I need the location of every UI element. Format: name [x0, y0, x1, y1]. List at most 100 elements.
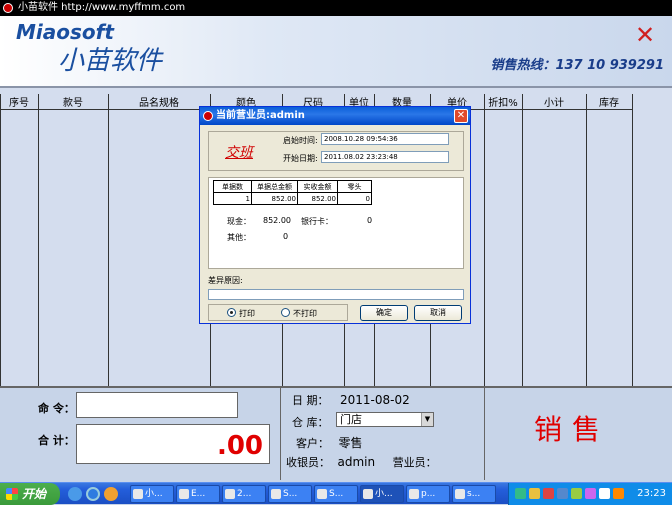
grid-header-cell[interactable]: 小计 [522, 94, 586, 109]
other-label: 其他： [227, 233, 251, 242]
grid-column-divider [0, 94, 1, 386]
dialog-app-icon [203, 111, 213, 121]
taskbar-item[interactable]: S... [314, 485, 358, 503]
cashier-row: 收银员： admin 营业员： [286, 454, 437, 470]
date-label: 日 期： [292, 394, 329, 407]
cashier-value: admin [337, 455, 376, 469]
tray-icon[interactable] [585, 488, 596, 499]
close-icon[interactable]: ✕ [454, 109, 468, 123]
start-button[interactable]: 开始 [0, 483, 60, 505]
desktop-icon[interactable] [68, 487, 82, 501]
taskbar-item[interactable]: S... [268, 485, 312, 503]
ie-icon[interactable] [86, 487, 100, 501]
cashier-label: 收银员： [286, 456, 330, 469]
tray-icon[interactable] [543, 488, 554, 499]
total-label: 合 计： [38, 434, 75, 447]
reason-input[interactable] [208, 289, 464, 300]
store-value: 门店 [340, 413, 362, 426]
other-value: 0 [283, 232, 289, 241]
date-value: 2011-08-02 [340, 393, 410, 407]
tray-icon[interactable] [613, 488, 624, 499]
cash-value: 852.00 [263, 216, 291, 225]
window-icon [317, 489, 327, 499]
start-date-label: 开始日期: [283, 154, 318, 163]
chevron-down-icon[interactable]: ▼ [421, 413, 433, 426]
taskbar-item[interactable]: 小... [360, 485, 404, 503]
window-icon [133, 489, 143, 499]
command-input[interactable] [76, 392, 238, 418]
tray-icon[interactable] [515, 488, 526, 499]
window-title: 小苗软件 http://www.myffmm.com [18, 2, 186, 13]
grid-header-cell[interactable]: 序号 [0, 94, 38, 109]
bottom-panel: 命 令： 合 计： .00 日 期： 2011-08-02 仓 库： 门店 ▼ … [0, 386, 672, 480]
dialog-titlebar: 当前营业员:admin ✕ [200, 107, 470, 125]
store-label: 仓 库： [292, 416, 329, 429]
table-cell: 852.00 [251, 192, 298, 205]
window-icon [225, 489, 235, 499]
clock[interactable]: 23:23 [637, 483, 666, 505]
tray-icon[interactable] [557, 488, 568, 499]
grid-column-divider [586, 94, 587, 386]
app-icon [3, 3, 13, 13]
store-row: 仓 库： [292, 414, 329, 430]
cash-label: 现金： [227, 217, 251, 226]
dialog-header-panel: 交班 启始时间: 2008.10.28 09:54:36 开始日期: 2011.… [208, 131, 464, 171]
window-icon [455, 489, 465, 499]
grid-column-divider [522, 94, 523, 386]
shift-title: 交班 [225, 145, 253, 161]
taskbar-item[interactable]: E... [176, 485, 220, 503]
tray-icon[interactable] [529, 488, 540, 499]
table-header-cell: 实收金额 [297, 180, 338, 193]
table-row: 1 852.00 852.00 0 [213, 192, 372, 205]
table-cell: 1 [213, 192, 252, 205]
window-titlebar: 小苗软件 http://www.myffmm.com [0, 0, 672, 16]
customer-label: 客户： [296, 437, 329, 450]
date-row: 日 期： 2011-08-02 [292, 392, 410, 408]
grid-column-divider [632, 94, 633, 386]
start-date-field[interactable]: 2011.08.02 23:23:48 [321, 151, 449, 163]
grid-header-cell[interactable]: 品名规格 [108, 94, 210, 109]
print-radio[interactable]: 打印 [227, 308, 255, 319]
windows-flag-icon [6, 488, 18, 500]
total-display: .00 [76, 424, 270, 464]
close-icon[interactable]: ✕ [634, 23, 656, 47]
ok-button[interactable]: 确定 [360, 305, 408, 321]
no-print-radio[interactable]: 不打印 [281, 308, 317, 319]
grid-column-divider [484, 94, 485, 386]
table-header-cell: 单据总金额 [251, 180, 298, 193]
radio-unselected-icon [281, 308, 290, 317]
system-tray: 23:23 [508, 483, 672, 505]
customer-row: 客户： 零售 [296, 434, 363, 451]
volume-icon[interactable] [599, 488, 610, 499]
sales-hotline: 销售热线：137 10 939291 [490, 58, 664, 73]
panel-divider [484, 388, 485, 480]
store-select[interactable]: 门店 ▼ [336, 412, 434, 427]
cancel-button[interactable]: 取消 [414, 305, 462, 321]
taskbar-item[interactable]: s... [452, 485, 496, 503]
table-cell: 0 [337, 192, 372, 205]
bank-card-label: 银行卡： [301, 217, 333, 226]
start-label: 开始 [22, 487, 47, 501]
taskbar-item[interactable]: 小... [130, 485, 174, 503]
grid-header-cell[interactable]: 库存 [586, 94, 632, 109]
tray-icon[interactable] [571, 488, 582, 499]
grid-column-divider [108, 94, 109, 386]
window-icon [271, 489, 281, 499]
taskbar-item[interactable]: p... [406, 485, 450, 503]
print-label: 打印 [239, 309, 255, 318]
start-time-field[interactable]: 2008.10.28 09:54:36 [321, 133, 449, 145]
window-icon [409, 489, 419, 499]
print-option-group: 打印 不打印 [208, 304, 348, 321]
media-icon[interactable] [104, 487, 118, 501]
mode-label: 销售 [534, 413, 611, 446]
table-header-row: 单据数 单据总金额 实收金额 零头 [213, 180, 372, 193]
radio-selected-icon [227, 308, 236, 317]
grid-header-cell[interactable]: 款号 [38, 94, 108, 109]
customer-value[interactable]: 零售 [339, 436, 363, 450]
bank-card-value: 0 [367, 216, 373, 225]
window-icon [363, 489, 373, 499]
taskbar-item[interactable]: 2... [222, 485, 266, 503]
app-banner: Miaosoft 小苗软件 销售热线：137 10 939291 ✕ [0, 16, 672, 86]
salesperson-label: 营业员： [392, 456, 437, 469]
grid-header-cell[interactable]: 折扣% [484, 94, 522, 109]
